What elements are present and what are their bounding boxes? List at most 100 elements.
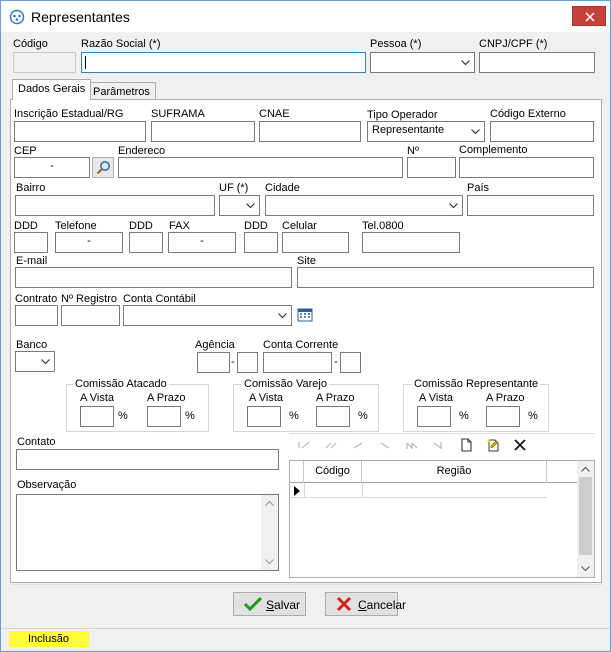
- new-record-icon[interactable]: [459, 438, 473, 452]
- conta-contabil-select[interactable]: [123, 305, 292, 326]
- edit-record-icon[interactable]: [486, 438, 500, 452]
- representante-vista-label: A Vista: [419, 392, 454, 404]
- cep-input[interactable]: -: [14, 157, 90, 178]
- nav-prior-page-icon[interactable]: [324, 438, 338, 452]
- tipo-operador-label: Tipo Operador: [367, 109, 438, 121]
- nav-prior-icon[interactable]: [351, 438, 365, 452]
- status-badge: Inclusão: [9, 631, 89, 647]
- tel0800-input[interactable]: [362, 232, 460, 253]
- celular-input[interactable]: [282, 232, 349, 253]
- cnae-input[interactable]: [259, 121, 361, 142]
- table-row[interactable]: [290, 483, 547, 498]
- grid-col-codigo[interactable]: Código: [304, 461, 362, 483]
- representante-vista-input[interactable]: [417, 406, 451, 427]
- search-icon: [96, 161, 110, 175]
- cnpj-input[interactable]: [479, 52, 595, 73]
- cnpj-label: CNPJ/CPF (*): [479, 38, 548, 50]
- representante-prazo-input[interactable]: [486, 406, 520, 427]
- email-input[interactable]: [15, 267, 292, 288]
- calendar-icon: [297, 308, 313, 322]
- close-button[interactable]: [572, 6, 606, 26]
- varejo-prazo-input[interactable]: [316, 406, 350, 427]
- conta-digito-input[interactable]: [340, 352, 361, 373]
- site-label: Site: [297, 255, 316, 267]
- varejo-vista-input[interactable]: [247, 406, 281, 427]
- nav-last-icon[interactable]: [432, 438, 446, 452]
- agencia-digito-input[interactable]: [237, 352, 258, 373]
- razao-social-input[interactable]: [81, 52, 366, 73]
- inscricao-input[interactable]: [14, 121, 146, 142]
- tipo-operador-select[interactable]: Representante: [367, 121, 485, 142]
- cep-search-button[interactable]: [92, 157, 114, 178]
- atacado-vista-pct: %: [118, 410, 128, 422]
- regiao-grid[interactable]: Código Região: [289, 460, 595, 578]
- numero-input[interactable]: [407, 157, 456, 178]
- grid-scrollbar[interactable]: [577, 461, 594, 577]
- email-label: E-mail: [16, 255, 48, 267]
- ddd-celular-input[interactable]: [244, 232, 278, 253]
- calendar-button[interactable]: [297, 307, 313, 323]
- banco-select[interactable]: [15, 351, 55, 372]
- atacado-vista-label: A Vista: [80, 392, 115, 404]
- nav-next-page-icon[interactable]: [405, 438, 419, 452]
- representante-prazo-pct: %: [528, 410, 538, 422]
- nav-first-icon[interactable]: [297, 438, 311, 452]
- window-title: Representantes: [31, 9, 130, 25]
- bairro-input[interactable]: [15, 195, 215, 216]
- atacado-prazo-input[interactable]: [147, 406, 181, 427]
- comissao-atacado-title: Comissão Atacado: [73, 378, 169, 390]
- telefone-input[interactable]: -: [55, 232, 123, 253]
- atacado-vista-input[interactable]: [80, 406, 114, 427]
- fax-input[interactable]: -: [168, 232, 236, 253]
- tab-dados-gerais[interactable]: Dados Gerais: [12, 79, 92, 100]
- codigo-externo-input[interactable]: [490, 121, 594, 142]
- cancelar-button[interactable]: Cancelar: [325, 592, 406, 616]
- telefone-label: Telefone: [55, 220, 97, 232]
- chevron-down-icon: [278, 313, 287, 319]
- complemento-label: Complemento: [459, 144, 528, 156]
- uf-select[interactable]: [219, 195, 260, 216]
- chevron-down-icon: [246, 203, 255, 209]
- inscricao-label: Inscrição Estadual/RG: [14, 108, 124, 120]
- representante-prazo-label: A Prazo: [486, 392, 525, 404]
- comissao-varejo-title: Comissão Varejo: [242, 378, 329, 390]
- ddd-fax-label: DDD: [129, 220, 153, 232]
- uf-label: UF (*): [219, 182, 249, 194]
- endereco-input[interactable]: [118, 157, 403, 178]
- contato-input[interactable]: [16, 449, 279, 470]
- ddd-telefone-input[interactable]: [14, 232, 48, 253]
- pais-input[interactable]: [467, 195, 594, 216]
- complemento-input[interactable]: [459, 157, 594, 178]
- endereco-label: Endereco: [118, 145, 166, 157]
- site-input[interactable]: [297, 267, 594, 288]
- conta-contabil-label: Conta Contábil: [123, 293, 196, 305]
- chevron-down-icon: [41, 359, 50, 365]
- nav-next-icon[interactable]: [378, 438, 392, 452]
- ddd-fax-input[interactable]: [129, 232, 163, 253]
- registro-input[interactable]: [61, 305, 120, 326]
- banco-label: Banco: [16, 339, 48, 351]
- delete-record-icon[interactable]: [513, 438, 527, 452]
- cnae-label: CNAE: [259, 108, 290, 120]
- suframa-input[interactable]: [151, 121, 255, 142]
- observacao-textarea[interactable]: [16, 494, 279, 571]
- button-bar: [10, 584, 602, 624]
- registro-label: Nº Registro: [61, 293, 117, 305]
- grid-header: Código Região: [290, 461, 578, 483]
- scroll-up-icon: [265, 500, 274, 506]
- agencia-input[interactable]: [197, 352, 230, 373]
- conta-corrente-input[interactable]: [263, 352, 332, 373]
- cidade-select[interactable]: [265, 195, 463, 216]
- grid-col-regiao[interactable]: Região: [362, 461, 547, 483]
- observacao-scrollbar[interactable]: [261, 495, 278, 570]
- varejo-prazo-label: A Prazo: [316, 392, 355, 404]
- chevron-down-icon: [471, 129, 480, 135]
- cidade-label: Cidade: [265, 182, 300, 194]
- numero-label: Nº: [407, 145, 419, 157]
- pessoa-select[interactable]: [370, 52, 475, 73]
- fax-label: FAX: [169, 220, 190, 232]
- grid-scroll-thumb[interactable]: [579, 477, 592, 555]
- contrato-input[interactable]: [15, 305, 58, 326]
- agencia-separator: -: [231, 356, 235, 368]
- salvar-button[interactable]: Salvar: [233, 592, 306, 616]
